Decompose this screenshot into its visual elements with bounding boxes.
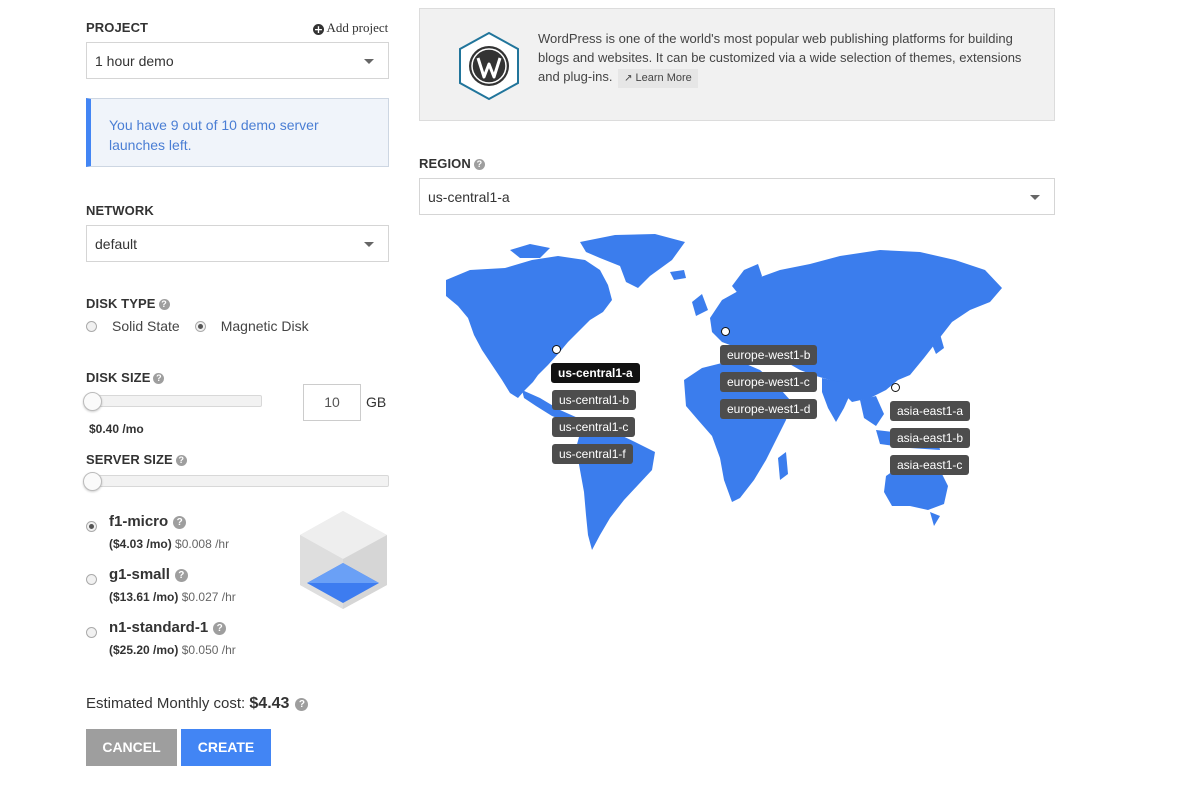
- zone-asia-east1-b[interactable]: asia-east1-b: [890, 428, 971, 448]
- radio-n1-standard-1[interactable]: [86, 627, 97, 638]
- server-option-f1-micro[interactable]: f1-micro? ($4.03 /mo) $0.008 /hr: [86, 513, 229, 551]
- create-button[interactable]: CREATE: [181, 729, 271, 766]
- chevron-down-icon: [364, 58, 374, 64]
- help-icon[interactable]: ?: [174, 569, 188, 582]
- server-option-n1-standard-1[interactable]: n1-standard-1? ($25.20 /mo) $0.050 /hr: [86, 619, 236, 657]
- network-select[interactable]: default: [86, 225, 389, 262]
- disk-type-label: DISK TYPE?: [86, 296, 170, 311]
- server-size-label-text: SERVER SIZE: [86, 452, 173, 467]
- disk-type-options: Solid State Magnetic Disk: [86, 318, 309, 334]
- disk-size-input[interactable]: 10: [303, 384, 361, 421]
- notice-text: You have 9 out of 10 demo server launche…: [109, 117, 319, 153]
- server-option-price: ($25.20 /mo) $0.050 /hr: [109, 643, 236, 657]
- zone-us-central1-c[interactable]: us-central1-c: [552, 417, 636, 437]
- server-cube-icon: [300, 511, 387, 609]
- server-option-name-text: f1-micro: [109, 513, 169, 530]
- region-label-text: REGION: [419, 156, 471, 171]
- zone-asia-east1-c[interactable]: asia-east1-c: [890, 455, 970, 475]
- disk-type-label-text: DISK TYPE: [86, 296, 156, 311]
- hourly-price: $0.008 /hr: [175, 537, 230, 551]
- app-description-block: WordPress is one of the world's most pop…: [538, 29, 1038, 88]
- server-size-label: SERVER SIZE?: [86, 452, 187, 467]
- monthly-price: ($13.61 /mo): [109, 590, 179, 604]
- learn-more-link[interactable]: ↗ Learn More: [618, 69, 698, 88]
- help-icon[interactable]: ?: [175, 455, 187, 466]
- server-option-name-text: n1-standard-1: [109, 619, 209, 636]
- server-option-g1-small[interactable]: g1-small? ($13.61 /mo) $0.027 /hr: [86, 566, 236, 604]
- disk-size-label-text: DISK SIZE: [86, 370, 151, 385]
- hourly-price: $0.027 /hr: [181, 590, 236, 604]
- asia-east-marker[interactable]: [891, 383, 900, 392]
- server-option-price: ($4.03 /mo) $0.008 /hr: [109, 537, 229, 551]
- radio-f1-micro[interactable]: [86, 521, 97, 532]
- server-option-name-text: g1-small: [109, 566, 170, 583]
- option-solid-state-label: Solid State: [112, 318, 180, 334]
- monthly-price: ($4.03 /mo): [109, 537, 172, 551]
- zone-asia-east1-a[interactable]: asia-east1-a: [890, 401, 971, 421]
- zone-europe-west1-c[interactable]: europe-west1-c: [720, 372, 817, 392]
- project-select[interactable]: 1 hour demo: [86, 42, 389, 79]
- help-icon[interactable]: ?: [473, 159, 485, 170]
- server-option-name: n1-standard-1?: [109, 619, 227, 636]
- external-link-icon: ↗: [624, 73, 633, 84]
- chevron-down-icon: [1030, 194, 1040, 200]
- disk-size-slider-track[interactable]: [86, 395, 262, 407]
- learn-more-label: Learn More: [635, 72, 692, 84]
- server-option-price: ($13.61 /mo) $0.027 /hr: [109, 590, 236, 604]
- us-central-marker[interactable]: [552, 345, 561, 354]
- world-map: [446, 234, 1002, 550]
- zone-us-central1-b[interactable]: us-central1-b: [552, 390, 637, 410]
- disk-size-slider-handle[interactable]: [83, 392, 102, 411]
- radio-solid-state[interactable]: [86, 320, 97, 332]
- estimated-cost-label: Estimated Monthly cost:: [86, 695, 246, 712]
- help-icon[interactable]: ?: [153, 373, 165, 384]
- demo-launch-notice: You have 9 out of 10 demo server launche…: [86, 98, 389, 167]
- disk-size-unit: GB: [366, 394, 387, 410]
- zone-europe-west1-b[interactable]: europe-west1-b: [720, 345, 818, 365]
- cancel-button[interactable]: CANCEL: [86, 729, 177, 766]
- network-label: NETWORK: [86, 203, 154, 218]
- chevron-down-icon: [364, 241, 374, 247]
- zone-us-central1-a[interactable]: us-central1-a: [551, 363, 640, 383]
- help-icon[interactable]: ?: [213, 622, 227, 635]
- monthly-price: ($25.20 /mo): [109, 643, 179, 657]
- zone-us-central1-f[interactable]: us-central1-f: [552, 444, 633, 464]
- wordpress-logo-icon: [459, 31, 519, 101]
- server-size-slider-track[interactable]: [86, 475, 389, 487]
- server-size-slider-handle[interactable]: [83, 472, 102, 491]
- zone-europe-west1-d[interactable]: europe-west1-d: [720, 399, 818, 419]
- disk-size-label: DISK SIZE?: [86, 370, 165, 385]
- region-select[interactable]: us-central1-a: [419, 178, 1055, 215]
- help-icon[interactable]: ?: [173, 516, 187, 529]
- server-option-name: f1-micro?: [109, 513, 187, 530]
- europe-west-marker[interactable]: [721, 327, 730, 336]
- radio-g1-small[interactable]: [86, 574, 97, 585]
- estimated-cost-value: $4.43: [249, 695, 290, 712]
- project-select-value: 1 hour demo: [95, 52, 174, 69]
- estimated-cost: Estimated Monthly cost: $4.43?: [86, 695, 309, 713]
- plus-circle-icon: +: [313, 23, 324, 36]
- app-info-panel: WordPress is one of the world's most pop…: [419, 8, 1055, 121]
- option-magnetic-disk-label: Magnetic Disk: [220, 318, 309, 334]
- server-option-name: g1-small?: [109, 566, 188, 583]
- add-project-label: Add project: [326, 20, 389, 35]
- disk-size-price: $0.40 /mo: [89, 422, 144, 436]
- hourly-price: $0.050 /hr: [181, 643, 236, 657]
- region-select-value: us-central1-a: [428, 188, 510, 205]
- help-icon[interactable]: ?: [158, 299, 170, 310]
- region-label: REGION?: [419, 156, 485, 171]
- project-label: PROJECT: [86, 20, 149, 35]
- radio-magnetic-disk[interactable]: [194, 320, 206, 332]
- help-icon[interactable]: ?: [295, 698, 309, 711]
- app-description: WordPress is one of the world's most pop…: [538, 31, 1022, 84]
- add-project-link[interactable]: + Add project: [313, 20, 388, 36]
- network-select-value: default: [95, 235, 138, 252]
